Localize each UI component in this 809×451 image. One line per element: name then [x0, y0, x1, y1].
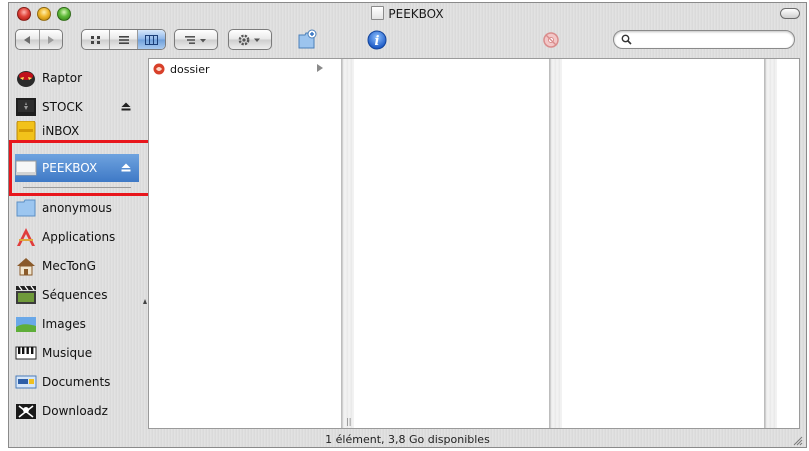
get-info-button[interactable]: i — [366, 29, 388, 51]
sidebar-item-mectong[interactable]: MecTonG — [15, 253, 139, 279]
sidebar-item-label: MecTonG — [42, 259, 96, 273]
view-mode-control — [81, 29, 166, 50]
sidebar-item-raptor[interactable]: Raptor — [15, 65, 139, 91]
sidebar: Raptor STOCK iNBOX PEEKBOX anonymous App… — [9, 59, 147, 429]
search-field[interactable] — [613, 30, 795, 49]
forward-button[interactable] — [40, 30, 63, 49]
proxy-drive-icon[interactable] — [371, 6, 385, 20]
sidebar-item-label: Images — [42, 317, 86, 331]
raptor-disk-icon — [17, 71, 35, 87]
column-view-icon — [145, 34, 158, 45]
list-item[interactable]: dossier — [153, 61, 323, 77]
back-arrow-icon — [24, 35, 31, 44]
sidebar-item-sequences[interactable]: Séquences — [15, 282, 139, 308]
toolbar-toggle-button[interactable] — [780, 8, 800, 19]
window-title: PEEKBOX — [388, 7, 444, 21]
new-folder-icon — [298, 29, 317, 49]
dossier-folder-icon — [153, 63, 165, 75]
sidebar-item-label: Downloadz — [42, 404, 108, 418]
back-forward-control — [15, 29, 63, 50]
sidebar-item-label: Raptor — [42, 71, 83, 85]
sidebar-item-images[interactable]: Images — [15, 311, 139, 337]
list-view-button[interactable] — [110, 30, 138, 49]
sidebar-item-label: iNBOX — [42, 124, 80, 138]
forward-arrow-icon — [47, 35, 54, 44]
sidebar-item-applications[interactable]: Applications — [15, 224, 139, 250]
folder-icon — [16, 199, 36, 217]
info-icon: i — [367, 30, 387, 50]
finder-window: PEEKBOX i Raptor STOCK iNBOX PEEKBOX ano… — [8, 2, 807, 448]
status-text: 1 élément, 3,8 Go disponibles — [325, 433, 490, 446]
inbox-drive-icon — [16, 121, 36, 141]
gear-icon — [238, 34, 260, 45]
column-resize-handle[interactable]: || — [346, 417, 351, 426]
browser-column-2 — [355, 59, 562, 428]
sidebar-item-downloadz[interactable]: Downloadz — [15, 398, 139, 424]
window-title-container: PEEKBOX — [9, 6, 806, 21]
annotation-highlight-box — [9, 140, 153, 196]
toolbar: i — [9, 25, 806, 57]
column-scrollbar[interactable] — [342, 59, 354, 428]
music-icon — [15, 346, 37, 360]
status-bar: 1 élément, 3,8 Go disponibles — [9, 429, 806, 447]
movies-icon — [16, 285, 36, 304]
list-item-label: dossier — [170, 62, 210, 76]
browser-column-3 — [562, 59, 777, 428]
column-scrollbar[interactable] — [765, 59, 777, 428]
sidebar-item-musique[interactable]: Musique — [15, 340, 139, 366]
svg-text:i: i — [375, 34, 380, 49]
new-folder-button[interactable] — [296, 29, 318, 51]
column-view-button[interactable] — [138, 30, 165, 49]
burn-button[interactable] — [540, 29, 562, 51]
action-menu-button[interactable] — [228, 29, 272, 50]
applications-icon — [17, 228, 35, 246]
sidebar-item-label: Musique — [42, 346, 93, 360]
search-input[interactable] — [636, 32, 786, 47]
column-scrollbar[interactable] — [550, 59, 562, 428]
pictures-icon — [16, 317, 36, 332]
sidebar-item-label: Applications — [42, 230, 116, 244]
documents-icon — [15, 375, 37, 389]
sidebar-item-anonymous[interactable]: anonymous — [15, 195, 139, 221]
title-bar[interactable]: PEEKBOX — [9, 3, 806, 25]
browser-column-1: dossier || — [149, 59, 354, 428]
arrange-button[interactable] — [174, 29, 218, 50]
sidebar-item-inbox[interactable]: iNBOX — [15, 121, 139, 141]
column-browser: dossier || — [148, 58, 800, 429]
disclosure-arrow-icon — [317, 64, 323, 72]
sidebar-item-stock[interactable]: STOCK — [15, 94, 139, 120]
sidebar-item-label: anonymous — [42, 201, 112, 215]
sidebar-item-label: Séquences — [42, 288, 108, 302]
search-icon — [621, 34, 632, 45]
sidebar-item-label: Documents — [42, 375, 111, 389]
burn-icon — [543, 32, 559, 48]
home-icon — [17, 258, 35, 276]
resize-grip-icon[interactable] — [791, 434, 803, 446]
list-view-icon — [118, 35, 129, 44]
stock-drive-icon — [16, 98, 36, 116]
back-button[interactable] — [16, 30, 40, 49]
icon-view-icon — [90, 35, 100, 44]
sidebar-item-documents[interactable]: Documents — [15, 369, 139, 395]
eject-icon[interactable] — [121, 102, 131, 111]
action-menu-face — [229, 30, 271, 49]
arrange-icon — [185, 35, 206, 44]
arrange-button-face — [175, 30, 217, 49]
downloads-icon — [16, 404, 36, 419]
sidebar-item-label: STOCK — [42, 100, 83, 114]
icon-view-button[interactable] — [82, 30, 110, 49]
sidebar-resize-handle[interactable] — [143, 299, 147, 305]
